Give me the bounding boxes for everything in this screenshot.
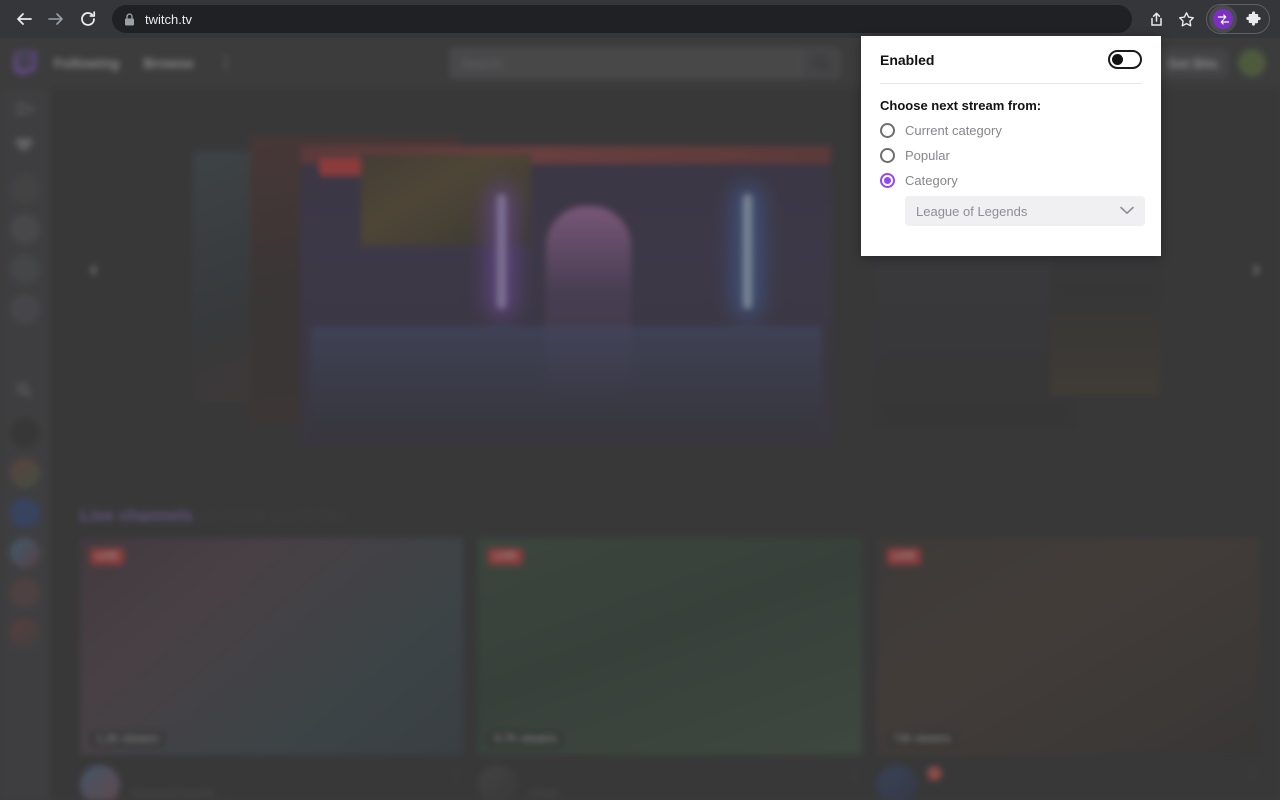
extensions-puzzle-icon[interactable]	[1239, 5, 1267, 33]
chevron-down-icon	[1120, 202, 1134, 220]
radio-label: Popular	[905, 148, 950, 163]
lock-icon	[124, 12, 135, 26]
drum-kit	[311, 326, 821, 436]
stream-title[interactable]: DUO Y COACH AL GANADOR DE LA EXPERIE...	[528, 765, 839, 783]
channel-card[interactable]: LIVE 9.7K viewers DUO Y COACH AL GANADOR…	[478, 538, 862, 800]
channel-text: 🔴 10 av 10 engasjete Pow-Pow (( Unique m…	[927, 765, 1238, 800]
extension-button[interactable]	[1209, 5, 1237, 33]
section-title-rest: we think you'll like	[192, 506, 347, 525]
sidebar-channel-avatar[interactable]	[10, 254, 40, 284]
stage-light	[497, 194, 506, 309]
share-icon[interactable]	[1142, 5, 1170, 33]
heart-icon[interactable]	[15, 137, 34, 152]
collapse-sidebar-icon[interactable]	[16, 102, 34, 116]
stream-title[interactable]: 🔴 10 av 10 engasjete Pow-Pow (( Unique m…	[927, 765, 1238, 800]
radio-icon-selected	[880, 173, 895, 188]
reload-icon[interactable]	[74, 5, 102, 33]
address-bar-url: twitch.tv	[145, 11, 192, 27]
avatar[interactable]	[876, 765, 917, 800]
enabled-label: Enabled	[880, 51, 935, 68]
toggle-knob	[1112, 54, 1123, 65]
enabled-toggle[interactable]	[1108, 50, 1142, 69]
extension-popup: Enabled Choose next stream from: Current…	[861, 36, 1161, 256]
category-select[interactable]: League of Legends	[905, 196, 1145, 226]
browser-toolbar: twitch.tv	[0, 0, 1280, 38]
channel-thumbnail[interactable]: LIVE 736 viewers	[876, 538, 1260, 755]
radio-option-popular[interactable]: Popular	[880, 148, 1142, 163]
twitch-sidebar	[0, 88, 50, 800]
shuffle-arrows-icon	[1213, 9, 1233, 29]
viewer-count-badge: 1.2K viewers	[90, 731, 165, 747]
twitch-search[interactable]: Search	[450, 48, 840, 78]
avatar[interactable]	[478, 765, 519, 800]
sidebar-channel-avatar[interactable]	[10, 618, 40, 648]
avatar[interactable]	[80, 765, 120, 800]
extensions-group	[1206, 4, 1270, 34]
choose-stream-label: Choose next stream from:	[880, 98, 1042, 113]
viewer-count-badge: 736 viewers	[886, 731, 958, 747]
channel-card[interactable]: LIVE 1.2K viewers In alot of pain today …	[80, 538, 464, 800]
channel-meta: In alot of pain today so help distract m…	[80, 765, 463, 800]
star-icon[interactable]	[1172, 5, 1200, 33]
more-vertical-icon[interactable]: ⋮	[441, 765, 463, 800]
carousel-next-button[interactable]: ›	[1253, 256, 1260, 282]
nav-item-following[interactable]: Following	[54, 55, 119, 71]
channel-card[interactable]: LIVE 736 viewers 🔴 10 av 10 engasjete Po…	[876, 538, 1260, 800]
sidebar-channel-avatar[interactable]	[10, 214, 40, 244]
avatar[interactable]	[1238, 49, 1266, 77]
radio-option-category[interactable]: Category	[880, 173, 1142, 188]
toolbar-actions	[1140, 4, 1270, 34]
search-input[interactable]: Search	[450, 48, 802, 78]
stream-title[interactable]: In alot of pain today so help distract m…	[130, 765, 441, 783]
channel-text: DUO Y COACH AL GANADOR DE LA EXPERIE... …	[528, 765, 839, 800]
radio-icon	[880, 148, 895, 163]
radio-icon	[880, 123, 895, 138]
forward-arrow-icon[interactable]	[42, 5, 70, 33]
stage-light	[743, 194, 752, 309]
carousel-prev-button[interactable]: ‹	[90, 256, 97, 282]
sidebar-channel-avatar[interactable]	[10, 418, 40, 448]
live-badge: LIVE	[488, 548, 523, 565]
get-bits-label: Get Bits	[1168, 55, 1218, 71]
search-icon[interactable]	[802, 48, 840, 78]
nav-item-browse[interactable]: Browse	[143, 55, 194, 71]
back-arrow-icon[interactable]	[10, 5, 38, 33]
twitch-glitch-logo[interactable]	[14, 51, 37, 75]
live-badge: LIVE	[90, 548, 125, 565]
live-channels-grid: LIVE 1.2K viewers In alot of pain today …	[80, 538, 1260, 800]
more-vertical-icon[interactable]: ⋮	[840, 765, 862, 800]
sidebar-channel-avatar[interactable]	[10, 498, 40, 528]
carousel-featured-card[interactable]	[301, 146, 831, 446]
sidebar-channel-avatar[interactable]	[10, 578, 40, 608]
radio-option-current-category[interactable]: Current category	[880, 123, 1142, 138]
radio-label: Category	[905, 173, 958, 188]
channel-meta: 🔴 10 av 10 engasjete Pow-Pow (( Unique m…	[876, 765, 1260, 800]
search-placeholder: Search	[461, 55, 503, 71]
category-select-value: League of Legends	[916, 203, 1028, 219]
radio-label: Current category	[905, 123, 1002, 138]
more-vertical-icon[interactable]: ⋮	[218, 53, 235, 73]
channel-name[interactable]: elded	[528, 786, 839, 800]
live-badge	[319, 158, 363, 176]
sidebar-channel-avatar[interactable]	[10, 458, 40, 488]
section-title: Live channels we think you'll like	[80, 506, 347, 526]
sidebar-channel-avatar[interactable]	[10, 538, 40, 568]
enabled-row: Enabled	[880, 36, 1142, 84]
viewer-count-badge: 9.7K viewers	[488, 731, 564, 747]
channel-text: In alot of pain today so help distract m…	[130, 765, 441, 800]
channel-thumbnail[interactable]: LIVE 9.7K viewers	[478, 538, 862, 755]
channel-name[interactable]: AdrianaChechik_	[130, 786, 441, 800]
search-icon[interactable]	[16, 382, 34, 398]
address-bar[interactable]: twitch.tv	[112, 5, 1132, 33]
section-title-accent: Live channels	[80, 506, 193, 525]
channel-meta: DUO Y COACH AL GANADOR DE LA EXPERIE... …	[478, 765, 862, 800]
sidebar-channel-avatar[interactable]	[10, 174, 40, 204]
sidebar-channel-avatar[interactable]	[10, 294, 40, 324]
live-badge: LIVE	[886, 548, 921, 565]
channel-thumbnail[interactable]: LIVE 1.2K viewers	[80, 538, 464, 755]
more-vertical-icon[interactable]: ⋮	[1238, 765, 1260, 800]
